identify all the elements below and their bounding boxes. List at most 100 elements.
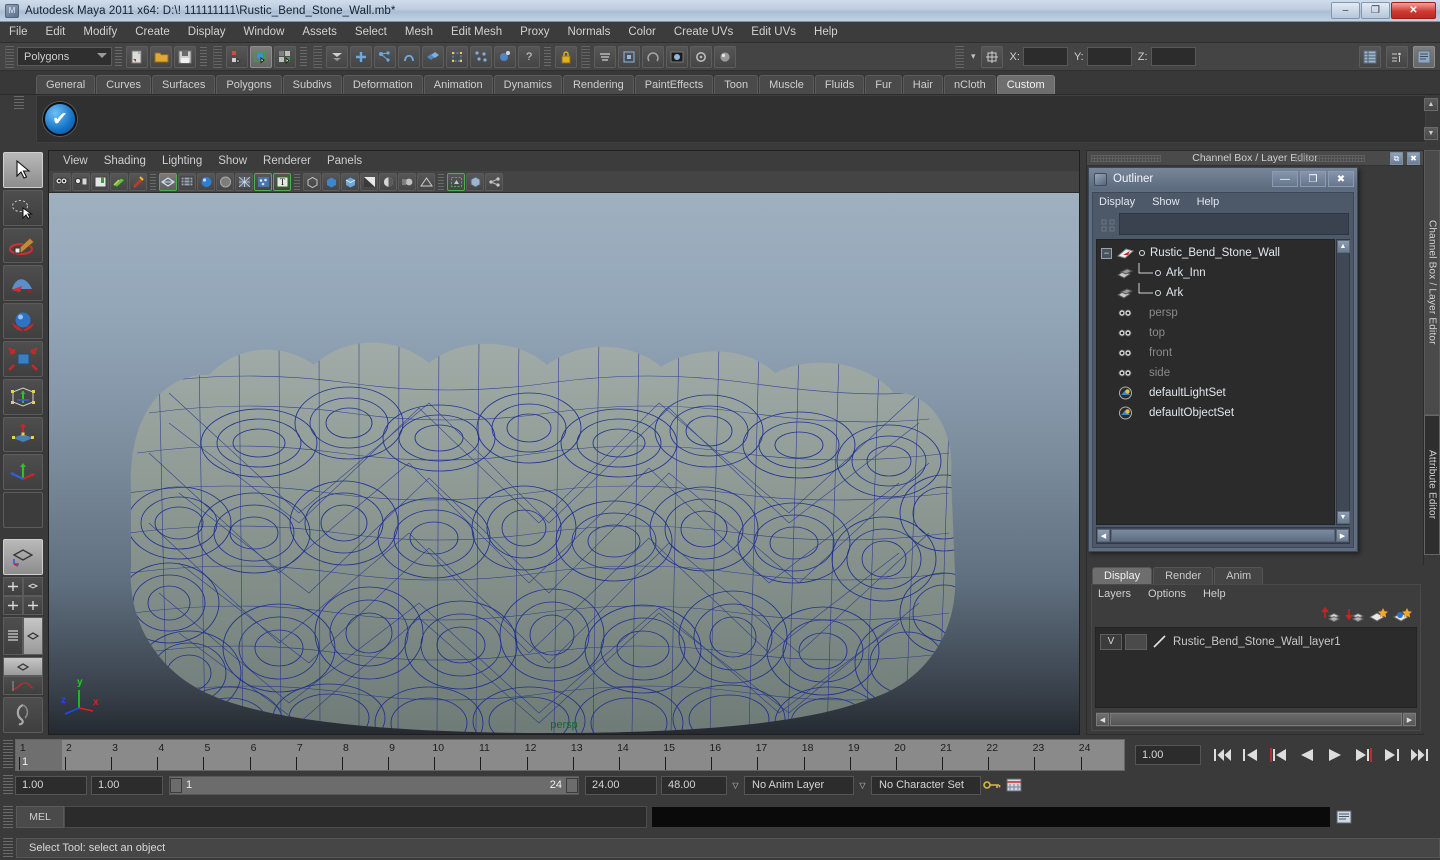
menu-normals[interactable]: Normals [559,24,620,40]
save-scene-icon[interactable] [174,45,196,68]
step-back-keyframe-icon[interactable] [1238,743,1264,767]
shelf-tab-surfaces[interactable]: Surfaces [151,75,216,94]
restore-button[interactable]: ❐ [1361,2,1390,19]
isolate-select-icon[interactable] [447,172,465,191]
new-layer-from-selected-icon[interactable] [1393,606,1412,623]
menu-select[interactable]: Select [346,24,396,40]
shelf-tab-general[interactable]: General [36,75,96,94]
soft-modification-tool[interactable] [3,265,43,302]
snap-to-point-icon[interactable] [374,45,396,68]
tab-display[interactable]: Display [1092,567,1153,584]
motion-blur-icon[interactable] [398,172,416,191]
dock-undock-button[interactable]: ⧉ [1390,152,1403,165]
scroll-down-icon[interactable]: ▼ [1336,511,1350,524]
outliner-maximize-button[interactable]: ❐ [1300,171,1326,187]
outliner-row-ark-inn[interactable]: Ark_Inn [1097,263,1334,283]
go-to-end-icon[interactable] [1406,743,1432,767]
layer-menu-help[interactable]: Help [1203,588,1226,600]
menu-window[interactable]: Window [234,24,293,40]
panel-share-icon[interactable] [485,172,503,191]
step-back-frame-icon[interactable] [1266,743,1292,767]
viewport-menu-lighting[interactable]: Lighting [154,154,210,168]
render-view-icon[interactable] [666,45,688,68]
viewport-menu-renderer[interactable]: Renderer [255,154,319,168]
paint-select-tool[interactable] [3,227,43,264]
flat-shade-icon[interactable] [216,172,234,191]
layout-outliner-half[interactable] [3,617,23,656]
coord-y-input[interactable] [1086,47,1132,66]
render-settings-icon[interactable] [690,45,712,68]
range-start-handle[interactable] [170,777,182,793]
shelf-tab-curves[interactable]: Curves [96,75,151,94]
outliner-row-persp[interactable]: persp [1097,303,1334,323]
dock-grip-left[interactable] [1091,155,1161,162]
play-forwards-icon[interactable] [1322,743,1348,767]
menu-proxy[interactable]: Proxy [511,24,558,40]
range-slider-grip[interactable] [3,775,13,795]
show-tool-settings-icon[interactable] [1386,45,1408,68]
shelf-tab-toon[interactable]: Toon [714,75,759,94]
shelf-scroll-down-button[interactable]: ▼ [1424,127,1438,140]
menu-create[interactable]: Create [126,24,179,40]
layer-menu-layers[interactable]: Layers [1098,588,1131,600]
snap-to-view-plane-icon[interactable] [422,45,444,68]
toolbar-grip[interactable] [955,45,964,68]
menu-create-uvs[interactable]: Create UVs [665,24,742,40]
scroll-left-icon[interactable]: ◀ [1097,529,1110,542]
absolute-relative-transform-icon[interactable] [980,45,1003,68]
viewport-menu-shading[interactable]: Shading [96,154,154,168]
layout-persp-half[interactable] [23,617,43,656]
layer-horizontal-scrollbar[interactable]: ◀ ▶ [1095,711,1417,728]
scroll-up-icon[interactable]: ▲ [1336,240,1350,253]
four-view-layout[interactable] [3,577,43,616]
move-tool[interactable] [3,416,43,453]
shelf-tab-dynamics[interactable]: Dynamics [493,75,562,94]
hypershade-icon[interactable] [714,45,736,68]
scroll-left-icon[interactable]: ◀ [1096,713,1109,726]
viewport-menu-panels[interactable]: Panels [319,154,370,168]
texture-icon[interactable]: T [273,172,291,191]
move-layer-down-icon[interactable] [1345,606,1364,623]
step-forward-frame-icon[interactable] [1350,743,1376,767]
range-end-field[interactable]: 24.00 [585,775,657,795]
layer-list[interactable]: V Rustic_Bend_Stone_Wall_layer1 [1095,627,1417,708]
layer-color-swatch-icon[interactable] [1150,634,1170,650]
menu-display[interactable]: Display [179,24,235,40]
persp-graph-layout[interactable] [3,657,43,696]
outliner-minimize-button[interactable]: — [1272,171,1298,187]
show-channel-box-icon[interactable] [1359,45,1381,68]
layer-visibility-toggle[interactable]: V [1100,633,1122,650]
current-time-field[interactable]: 1.00 [1135,745,1201,765]
go-to-start-icon[interactable] [1210,743,1236,767]
range-slider-bar[interactable]: 1 24 [169,775,579,795]
construction-history-icon[interactable] [470,45,492,68]
blue-checkmark-icon[interactable]: ✔ [43,102,77,136]
outliner-vertical-scrollbar[interactable]: ▲ ▼ [1336,239,1350,525]
grease-pencil-icon[interactable] [129,172,147,191]
lasso-select-tool[interactable] [3,189,43,226]
shelf-tab-polygons[interactable]: Polygons [216,75,282,94]
step-forward-keyframe-icon[interactable] [1378,743,1404,767]
layer-menu-options[interactable]: Options [1148,588,1186,600]
layout-persp-top[interactable] [3,657,43,677]
rotate-tool[interactable] [3,303,43,339]
scroll-right-icon[interactable]: ▶ [1336,529,1349,542]
toolbar-grip[interactable] [581,45,590,68]
expand-collapse-icon[interactable]: − [1101,247,1112,259]
snap-rotate-icon[interactable] [642,45,664,68]
outliner-tree[interactable]: − Rustic_Bend_Stone_Wall Ark_Inn Ark per… [1096,239,1335,525]
outliner-row-ark[interactable]: Ark [1097,283,1334,303]
help-icon[interactable]: ? [518,45,540,68]
select-by-component-icon[interactable] [274,45,296,68]
dock-close-button[interactable]: ✖ [1407,152,1420,165]
layout-quad-bl[interactable] [3,596,23,616]
minimize-button[interactable]: – [1331,2,1360,19]
menu-modify[interactable]: Modify [74,24,126,40]
outliner-row-front[interactable]: front [1097,343,1334,363]
shelf-tab-deformation[interactable]: Deformation [342,75,423,94]
show-attribute-editor-icon[interactable] [1413,45,1435,68]
selection-mode-dropdown[interactable]: Polygons [17,47,112,66]
close-button[interactable]: ✕ [1391,2,1436,19]
script-editor-icon[interactable] [1334,807,1354,827]
occlusion-icon[interactable] [379,172,397,191]
